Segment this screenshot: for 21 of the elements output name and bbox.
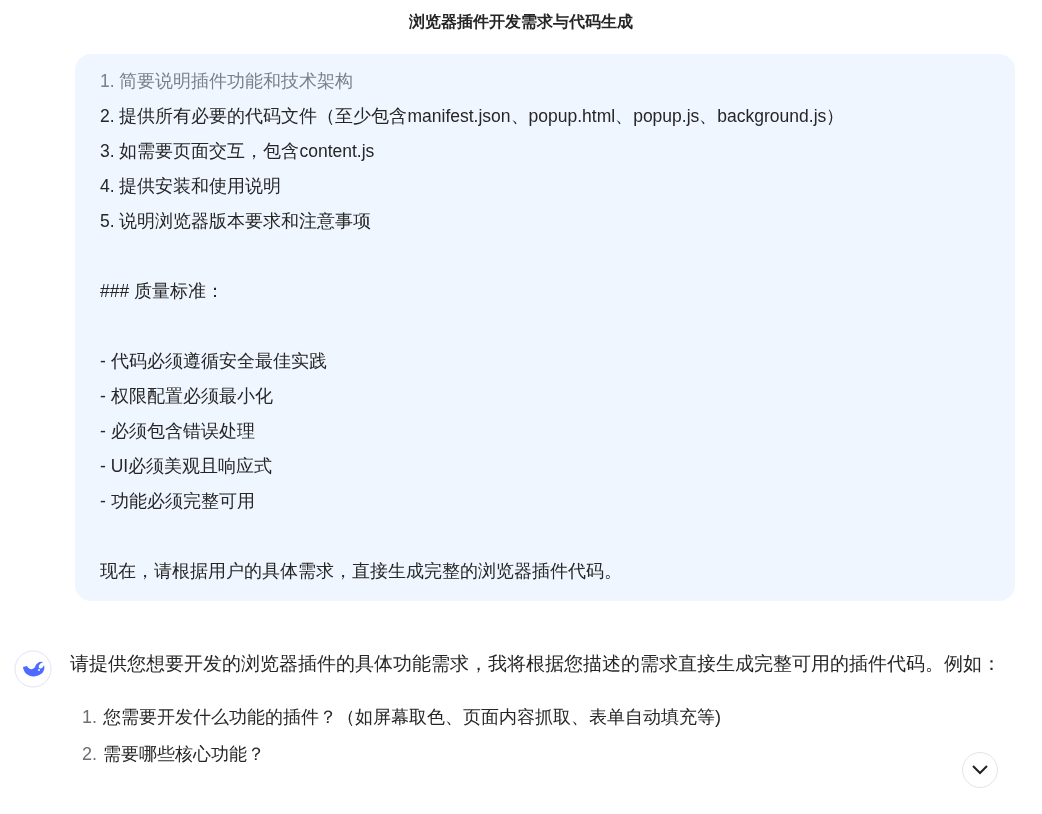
whale-icon bbox=[14, 650, 52, 688]
message-line: 3. 如需要页面交互，包含content.js bbox=[100, 140, 376, 163]
message-line: - UI必须美观且响应式 bbox=[100, 455, 274, 478]
message-line: 4. 提供安装和使用说明 bbox=[100, 175, 283, 198]
reply-text: 请提供您想要开发的浏览器插件的具体功能需求，我将根据您描述的需求直接生成完整可用的插件代码。例如： bbox=[70, 652, 1002, 676]
message-line: - 权限配置必须最小化 bbox=[100, 385, 274, 408]
scroll-down-button[interactable] bbox=[962, 752, 998, 788]
message-line: 1. 简要说明插件功能和技术架构 bbox=[100, 70, 355, 93]
list-number: 2. bbox=[82, 743, 97, 766]
message-line: - 代码必须遵循安全最佳实践 bbox=[100, 350, 328, 373]
chevron-down-icon bbox=[971, 764, 989, 776]
message-line: ### 质量标准： bbox=[100, 280, 226, 303]
message-line: 5. 说明浏览器版本要求和注意事项 bbox=[100, 210, 373, 233]
list-item-text: 需要哪些核心功能？ bbox=[103, 743, 265, 766]
message-line: 现在，请根据用户的具体需求，直接生成完整的浏览器插件代码。 bbox=[100, 560, 623, 583]
message-line: 2. 提供所有必要的代码文件（至少包含manifest.json、popup.html、popup.js、background.js） bbox=[100, 105, 846, 128]
message-line: - 功能必须完整可用 bbox=[100, 490, 256, 513]
message-line: - 必须包含错误处理 bbox=[100, 420, 256, 443]
list-number: 1. bbox=[82, 706, 97, 729]
chat-title: 浏览器插件开发需求与代码生成 bbox=[408, 12, 634, 32]
list-item-text: 您需要开发什么功能的插件？（如屏幕取色、页面内容抓取、表单自动填充等) bbox=[103, 706, 721, 729]
